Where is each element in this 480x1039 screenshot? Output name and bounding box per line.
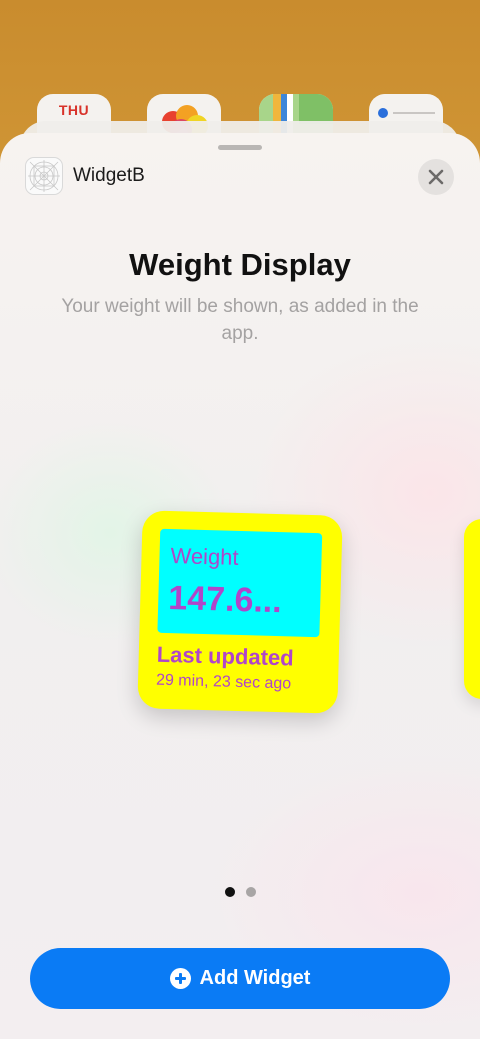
weight-panel: Weight 147.6... bbox=[157, 528, 323, 638]
add-widget-label: Add Widget bbox=[199, 967, 311, 989]
widget-title: Weight Display bbox=[129, 247, 351, 282]
app-grid-icon bbox=[28, 160, 60, 192]
page-dot-inactive[interactable] bbox=[246, 887, 256, 897]
widget-gallery-sheet: WidgetB Weight Display Your weight will … bbox=[0, 133, 480, 1039]
weight-widget-preview[interactable]: Weight 147.6... Last updated 29 min, 23 … bbox=[137, 510, 343, 714]
plus-circle-icon bbox=[169, 968, 191, 989]
page-indicator[interactable] bbox=[0, 887, 480, 899]
sheet-grabber[interactable] bbox=[218, 145, 262, 150]
add-widget-button[interactable]: Add Widget bbox=[30, 948, 450, 1009]
next-widget-preview[interactable] bbox=[464, 519, 480, 699]
last-updated-label: Last updated bbox=[156, 641, 294, 671]
weight-value: 147.6... bbox=[167, 579, 283, 621]
app-icon bbox=[25, 157, 63, 195]
page-dot-active[interactable] bbox=[225, 887, 235, 897]
calendar-day-label: THU bbox=[58, 102, 90, 118]
widget-description: Your weight will be shown, as added in t… bbox=[61, 296, 419, 344]
app-name: WidgetB bbox=[73, 165, 145, 186]
last-updated-time: 29 min, 23 sec ago bbox=[155, 671, 292, 693]
close-icon bbox=[428, 169, 444, 185]
close-button[interactable] bbox=[418, 159, 454, 195]
weight-label: Weight bbox=[170, 543, 239, 570]
